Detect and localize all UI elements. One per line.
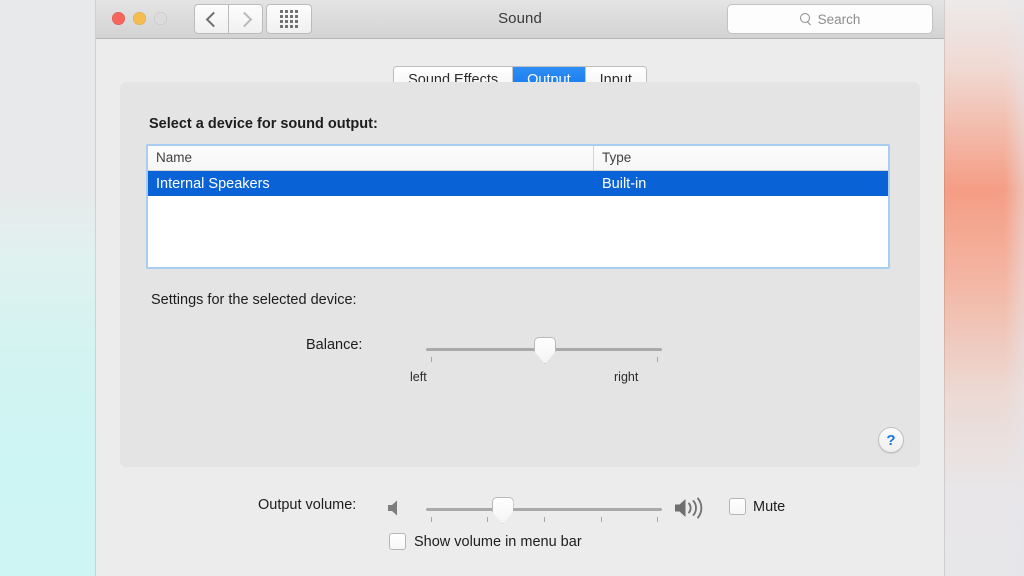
device-table[interactable]: Name Type Internal Speakers Built-in: [146, 144, 890, 269]
device-table-header: Name Type: [148, 146, 888, 171]
sound-preferences-window: Sound Search Sound Effects Output Input …: [96, 0, 944, 576]
speaker-high-icon: [672, 495, 712, 526]
help-button[interactable]: ?: [878, 427, 904, 453]
select-device-label: Select a device for sound output:: [149, 116, 378, 132]
show-volume-checkbox-group[interactable]: Show volume in menu bar: [389, 533, 582, 550]
speaker-low-icon: [384, 497, 406, 524]
settings-for-device-label: Settings for the selected device:: [151, 292, 357, 308]
mute-checkbox-group[interactable]: Mute: [729, 498, 785, 515]
output-settings-panel: Select a device for sound output: Name T…: [120, 82, 920, 467]
column-header-name[interactable]: Name: [148, 146, 594, 170]
output-volume-row: Output volume: Mute: [96, 492, 944, 524]
search-field[interactable]: Search: [727, 4, 933, 34]
window-titlebar: Sound Search: [96, 0, 944, 39]
show-volume-label: Show volume in menu bar: [414, 533, 582, 550]
output-volume-slider[interactable]: [426, 497, 662, 524]
search-icon: [799, 13, 812, 25]
output-volume-ticks: [426, 517, 662, 523]
output-volume-track: [426, 508, 662, 511]
desktop-background-left: [0, 0, 97, 576]
device-name-cell: Internal Speakers: [156, 175, 270, 192]
output-volume-label: Output volume:: [258, 497, 357, 513]
mute-checkbox[interactable]: [729, 498, 746, 515]
balance-slider[interactable]: [426, 337, 662, 364]
device-type-cell: Built-in: [602, 175, 647, 192]
mute-label: Mute: [753, 498, 786, 515]
show-volume-checkbox[interactable]: [389, 533, 406, 550]
search-placeholder: Search: [817, 11, 861, 27]
balance-label: Balance:: [306, 337, 363, 353]
table-row[interactable]: Internal Speakers Built-in: [148, 171, 888, 196]
balance-right-label: right: [614, 370, 639, 384]
column-header-type[interactable]: Type: [594, 146, 888, 170]
balance-left-label: left: [410, 370, 427, 384]
screen: Sound Search Sound Effects Output Input …: [0, 0, 1024, 576]
